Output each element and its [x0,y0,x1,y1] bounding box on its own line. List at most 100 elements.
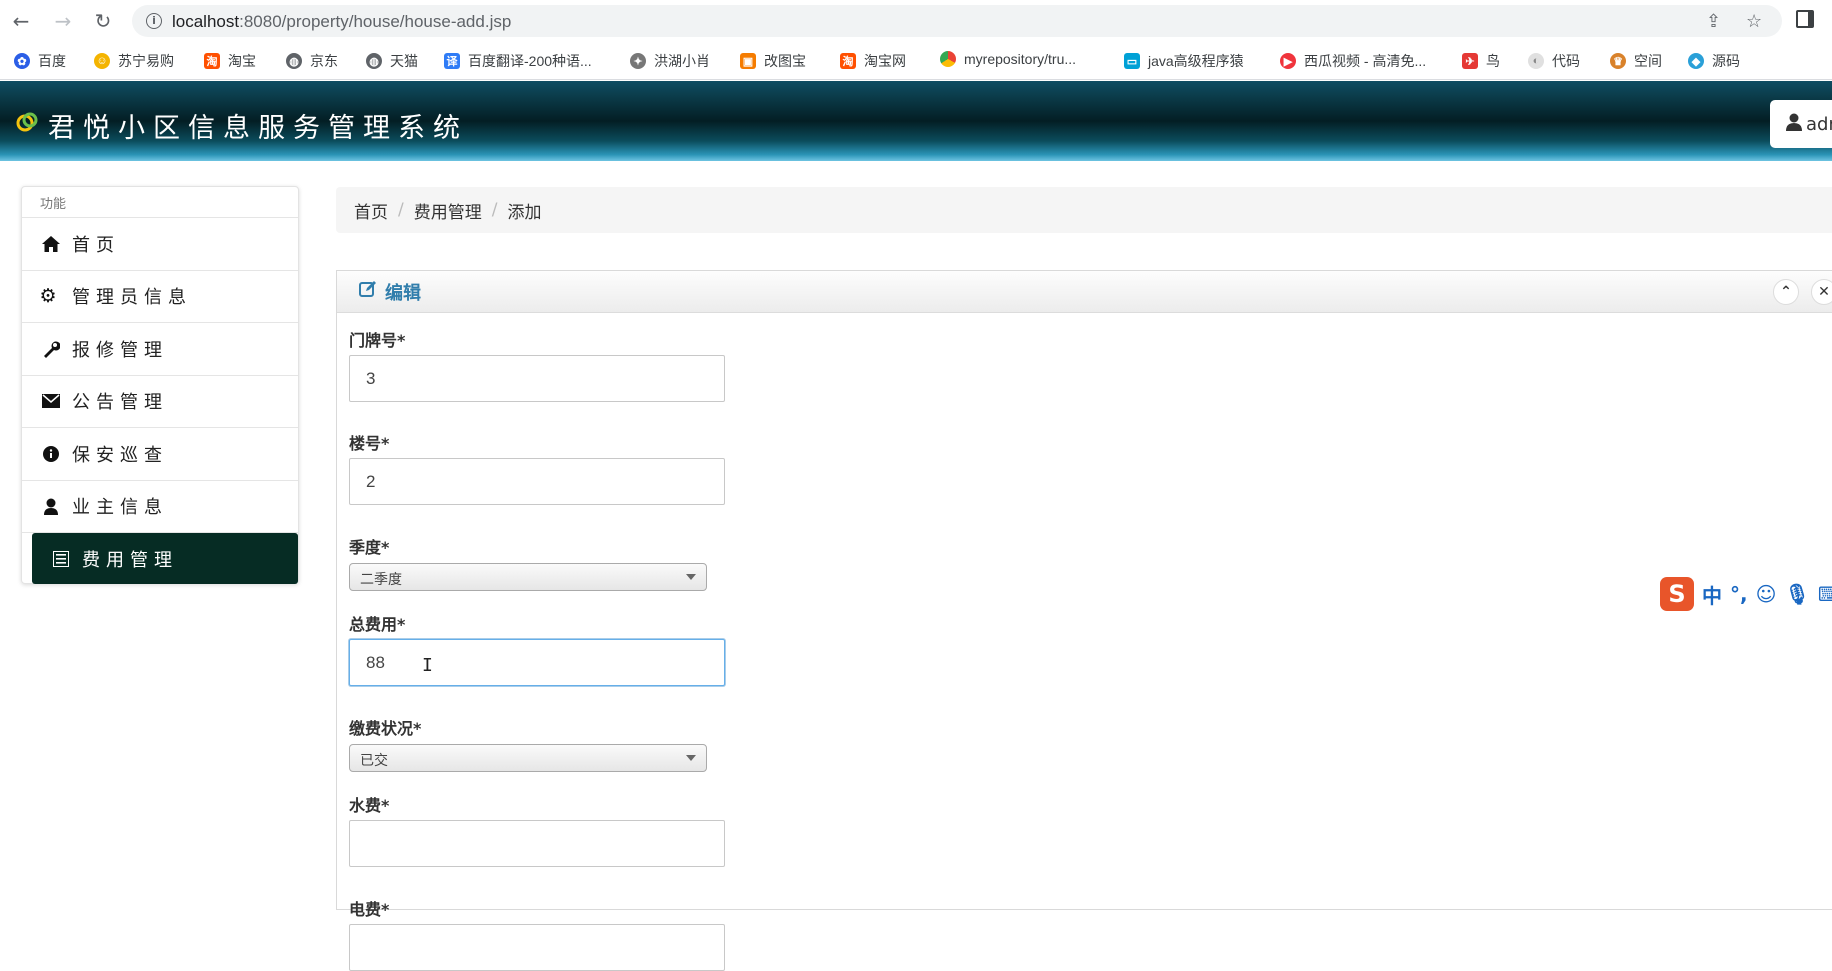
bookmark-item[interactable]: ▶ 西瓜视频 - 高清免... [1280,51,1426,71]
bookmark-item[interactable]: ♛ 空间 [1610,51,1662,71]
bookmark-item[interactable]: ✈ 鸟 [1462,51,1500,71]
bookmark-item[interactable]: 淘淘宝网 [840,51,906,71]
gear-icon: ⚙ [39,285,63,308]
edit-icon [359,280,377,303]
keyboard-icon[interactable]: ⌨ [1818,582,1832,606]
sidebar-item-label: 公告管理 [72,392,168,414]
sidebar-item-security[interactable]: 保安巡查 [22,428,298,481]
sidebar-item-repair[interactable]: 报修管理 [22,323,298,376]
bookmark-star-icon[interactable]: ☆ [1746,11,1762,32]
bookmark-label: 源码 [1712,53,1740,69]
bookmark-label: 苏宁易购 [118,53,174,69]
bookmark-item[interactable]: 淘淘宝 [204,51,256,71]
globe-icon: ◍ [286,53,302,69]
sidebar-item-label: 费用管理 [82,549,178,571]
bookmark-label: 空间 [1634,53,1662,69]
payment-status-selected-value: 已交 [360,753,388,769]
chrome-icon [940,51,956,67]
forward-arrow-icon[interactable]: → [50,8,76,34]
payment-status-select[interactable]: 已交 [349,744,707,772]
ime-mode-toggle[interactable]: 中 [1702,580,1722,609]
door-number-input[interactable] [349,355,725,402]
panel-title: 编辑 [385,282,421,304]
sidebar-item-label: 业主信息 [72,497,168,519]
suning-lion-icon: ☺ [94,53,110,69]
back-arrow-icon[interactable]: ← [8,8,34,34]
bookmark-item[interactable]: ◐ 代码 [1528,51,1580,71]
electric-fee-label: 电费* [349,900,390,919]
user-icon [1786,113,1802,136]
breadcrumb-current: 添加 [507,202,542,223]
emoji-icon[interactable]: ☺ [1756,582,1777,606]
breadcrumb: 首页 / 费用管理 / 添加 [336,187,1832,233]
bookmark-label: 百度翻译-200种语... [468,53,592,69]
bookmark-label: 天猫 [390,53,418,69]
taobao-icon: 淘 [840,53,856,69]
bookmark-label: 淘宝网 [864,53,906,69]
bookmark-label: java高级程序猿 [1148,53,1244,69]
bookmark-label: 代码 [1552,53,1580,69]
video-play-icon: ▶ [1280,53,1296,69]
total-fee-input[interactable] [349,639,725,686]
water-fee-input[interactable] [349,820,725,867]
bookmark-item[interactable]: ☺ 苏宁易购 [94,51,174,71]
bookmark-label: 百度 [38,53,66,69]
logo-icon [16,112,38,132]
sidebar-item-admin[interactable]: ⚙ 管理员信息 [22,271,298,323]
fish-icon: ◆ [1688,53,1704,69]
bookmark-item[interactable]: ◆ 源码 [1688,51,1740,71]
ime-punctuation-toggle[interactable]: °, [1730,582,1748,606]
bookmark-item[interactable]: ▭ java高级程序猿 [1124,51,1244,71]
bookmark-label: 鸟 [1486,53,1500,69]
sidebar-item-home[interactable]: 首页 [22,218,298,271]
sidebar-item-fees[interactable]: 费用管理 [32,533,298,584]
electric-fee-input[interactable] [349,924,725,971]
sogou-ime-icon[interactable]: S [1660,577,1694,611]
microphone-icon[interactable]: 🎙 [1784,582,1809,606]
bookmark-item[interactable]: ✿ 百度 [14,51,66,71]
translate-icon: 译 [444,53,460,69]
bookmark-item[interactable]: 译百度翻译-200种语... [444,51,592,71]
close-icon[interactable]: ✕ [1811,279,1832,305]
payment-status-label: 缴费状况* [349,719,422,738]
app-header: 君悦小区信息服务管理系统 adm [0,81,1832,161]
text-cursor-icon: I [422,655,433,676]
share-icon[interactable]: ⇪ [1706,11,1721,32]
bookmark-label: 淘宝 [228,53,256,69]
panel-header: 编辑 [337,271,1832,313]
sidebar-item-notice[interactable]: 公告管理 [22,376,298,428]
sidebar-item-label: 报修管理 [72,339,168,361]
bookmark-item[interactable]: ◍ 天猫 [366,51,418,71]
breadcrumb-separator: / [491,200,498,220]
site-info-icon[interactable]: i [146,13,162,29]
collapse-chevron-up-icon[interactable]: ⌃ [1773,279,1799,305]
breadcrumb-home-link[interactable]: 首页 [354,198,388,223]
water-fee-label: 水费* [349,796,390,815]
url-text[interactable]: localhost:8080/property/house/house-add.… [172,12,511,32]
globe-icon: ◍ [366,53,382,69]
bookmark-item[interactable]: ▣ 改图宝 [740,51,806,71]
bookmark-item[interactable]: myrepository/tru... [940,51,1076,67]
dropdown-arrow-icon [686,574,696,580]
bookmark-item[interactable]: ✦ 洪湖小肖 [630,51,710,71]
bookmarks-bar: ✿ 百度 ☺ 苏宁易购 淘淘宝 ◍ 京东 ◍ 天猫 译百度翻译-200种语... ✦ 洪湖… [0,42,1832,80]
sidebar-item-owner[interactable]: 业主信息 [22,481,298,533]
ime-toolbar: S 中 °, ☺ 🎙 ⌨ [1660,576,1832,612]
user-menu-button[interactable]: adm [1770,100,1832,148]
side-panel-icon[interactable] [1796,10,1814,28]
code-icon: ◐ [1528,53,1544,69]
home-icon [42,235,60,253]
url-host: localhost [172,12,240,31]
bookmark-label: myrepository/tru... [964,51,1077,67]
bookmark-item[interactable]: ◍ 京东 [286,51,338,71]
breadcrumb-fees-link[interactable]: 费用管理 [414,198,482,223]
bird-icon: ✈ [1462,53,1478,69]
browser-toolbar: ← → ↻ i localhost:8080/property/house/ho… [0,0,1832,42]
building-input[interactable] [349,458,725,505]
reload-icon[interactable]: ↻ [90,8,116,34]
bookmark-label: 改图宝 [764,53,806,69]
sidebar-item-label: 保安巡查 [72,444,168,466]
address-bar[interactable]: i localhost:8080/property/house/house-ad… [132,5,1782,37]
season-select[interactable]: 二季度 [349,563,707,591]
user-icon [42,497,60,515]
